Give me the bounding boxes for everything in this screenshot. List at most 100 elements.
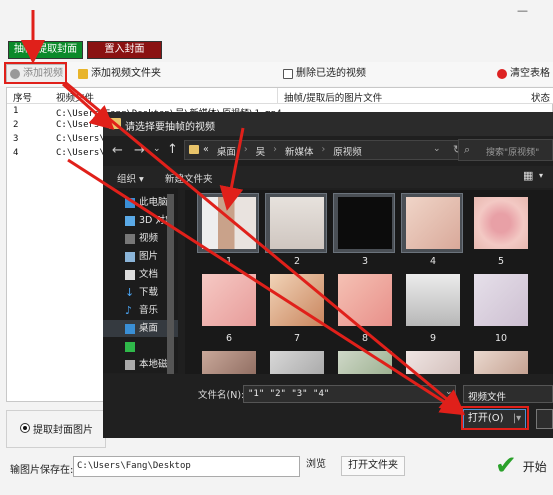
thumbnail-image (406, 197, 460, 249)
extract-cover-radio-label: 提取封面图片 (33, 425, 93, 436)
filename-value: "1" "2" "3" "4" (248, 389, 330, 399)
file-thumb-12[interactable] (265, 347, 327, 376)
delete-selected-button[interactable]: 删除已选的视频 (283, 64, 366, 84)
file-thumb-14[interactable] (401, 347, 463, 376)
open-folder-label: 打开文件夹 (348, 460, 398, 471)
view-grid-icon[interactable]: ▦ (523, 169, 533, 182)
file-thumb-3[interactable]: 3 (333, 193, 395, 267)
new-folder-button[interactable]: 新建文件夹 (165, 171, 213, 185)
breadcrumb-overflow[interactable]: « (203, 144, 209, 158)
tab-extract-cover-label: 抽帧/提取封面 (13, 44, 78, 55)
thumbnail-image (474, 274, 528, 326)
clear-table-button[interactable]: 清空表格 (497, 64, 550, 84)
table-row[interactable]: 3 C:\Users\Fang\De (13, 134, 143, 144)
col-output-header: 抽帧/提取后的图片文件 (284, 93, 383, 104)
table-row[interactable]: 2 C:\Users\Fang\De (13, 120, 143, 130)
view-dropdown-icon[interactable]: ▾ (539, 171, 543, 180)
document-icon (125, 269, 135, 280)
row-index: 2 (13, 120, 19, 130)
save-path-value: C:\Users\Fang\Desktop (77, 461, 191, 471)
open-label: 打开(O) (467, 413, 504, 424)
file-thumb-5[interactable]: 5 (469, 193, 531, 267)
picture-icon (125, 251, 135, 262)
save-path-label: 输图片保存在: (10, 465, 74, 476)
address-dropdown-icon[interactable]: ⌄ (433, 144, 441, 154)
address-bar[interactable]: « 桌面 › 吴 › 新媒体 › 原视频 ⌄ ↻ (184, 140, 469, 160)
delete-doc-icon (283, 69, 293, 79)
browse-button[interactable]: 浏览 (300, 456, 332, 476)
file-label: 9 (429, 333, 437, 344)
file-grid[interactable]: 1 2 3 4 5 6 7 8 9 10 (185, 190, 553, 376)
forward-arrow-icon[interactable]: → (134, 143, 145, 158)
breadcrumb: « 桌面 › 吴 › 新媒体 › 原视频 (203, 144, 362, 158)
start-label: 开始 (522, 459, 547, 474)
add-folder-label: 添加视频文件夹 (91, 68, 161, 79)
file-label: 2 (293, 256, 301, 267)
col-index-header: 序号 (13, 93, 33, 104)
filename-dropdown-icon[interactable]: ⌄ (445, 387, 453, 397)
minimize-icon[interactable]: — (517, 4, 528, 17)
cube-icon (125, 215, 135, 226)
col-video-header: 视频文件 (56, 93, 95, 104)
col-status-header: 状态 (531, 93, 551, 104)
open-folder-button[interactable]: 打开文件夹 (341, 456, 405, 476)
breadcrumb-item[interactable]: 吴 (256, 144, 266, 158)
add-video-button[interactable]: 添加视频 (6, 64, 66, 84)
file-thumb-7[interactable]: 7 (265, 270, 327, 344)
nav-scrollbar[interactable] (167, 194, 174, 374)
nav-label: 音乐 (139, 305, 159, 316)
thumbnail-image (338, 274, 392, 326)
save-path-input[interactable]: C:\Users\Fang\Desktop (73, 456, 300, 477)
thumbnail-image (474, 351, 528, 375)
nav-label: 本地磁 (139, 359, 168, 370)
col-divider (277, 88, 278, 104)
download-arrow-icon: ↓ (125, 285, 135, 299)
open-button[interactable]: 打开(O) |▾ (463, 409, 526, 429)
organize-menu[interactable]: 组织 ▾ (117, 171, 144, 185)
breadcrumb-item[interactable]: 桌面 (217, 144, 236, 158)
row-index: 3 (13, 134, 19, 144)
start-button[interactable]: ✔ 开始 (495, 448, 553, 484)
file-thumb-13[interactable] (333, 347, 395, 376)
filename-input[interactable]: "1" "2" "3" "4" ⌄ (243, 385, 456, 403)
file-thumb-1[interactable]: 1 (197, 193, 259, 267)
table-row[interactable]: 4 C:\Users\Fang\De (13, 148, 143, 158)
file-thumb-4[interactable]: 4 (401, 193, 463, 267)
cancel-button[interactable] (536, 409, 553, 429)
desktop-icon (125, 323, 135, 334)
tab-insert-cover[interactable]: 置入封面 (87, 41, 162, 59)
add-folder-button[interactable]: 添加视频文件夹 (78, 64, 161, 84)
back-arrow-icon[interactable]: ← (112, 143, 123, 158)
file-thumb-11[interactable] (197, 347, 259, 376)
search-box[interactable]: ⌕ 搜索"原视频" (458, 139, 553, 161)
open-dropdown-icon[interactable]: |▾ (513, 413, 521, 424)
up-arrow-icon[interactable]: ↑ (167, 142, 178, 157)
breadcrumb-separator-icon: › (273, 144, 277, 155)
file-label: 1 (225, 256, 233, 267)
drive-icon (125, 359, 135, 370)
file-thumb-10[interactable]: 10 (469, 270, 531, 344)
tab-extract-cover[interactable]: 抽帧/提取封面 (8, 41, 83, 59)
file-thumb-6[interactable]: 6 (197, 270, 259, 344)
checkmark-icon: ✔ (495, 451, 517, 481)
filetype-select[interactable]: 视频文件 (463, 385, 553, 403)
row-index: 4 (13, 148, 19, 158)
file-thumb-2[interactable]: 2 (265, 193, 327, 267)
file-thumb-9[interactable]: 9 (401, 270, 463, 344)
file-thumb-8[interactable]: 8 (333, 270, 395, 344)
add-video-label: 添加视频 (23, 68, 63, 79)
breadcrumb-item[interactable]: 新媒体 (285, 144, 314, 158)
chevron-down-icon[interactable]: ⌄ (153, 144, 161, 154)
thumbnail-image (338, 351, 392, 375)
table-header: 序号 视频文件 抽帧/提取后的图片文件 状态 (7, 88, 553, 104)
breadcrumb-item[interactable]: 原视频 (333, 144, 362, 158)
file-label: 5 (497, 256, 505, 267)
filetype-value: 视频文件 (468, 392, 507, 403)
extract-cover-radio[interactable] (20, 423, 30, 433)
toolbar: 添加视频 添加视频文件夹 删除已选的视频 清空表格 (0, 62, 553, 86)
thumbnail-image (338, 197, 392, 249)
file-label: 10 (494, 333, 508, 344)
file-label: 3 (361, 256, 369, 267)
file-thumb-15[interactable] (469, 347, 531, 376)
table-row[interactable]: 1 C:\Users\Fang\Desktop\吴\新媒体\原视频\1.mp4 (13, 106, 282, 119)
